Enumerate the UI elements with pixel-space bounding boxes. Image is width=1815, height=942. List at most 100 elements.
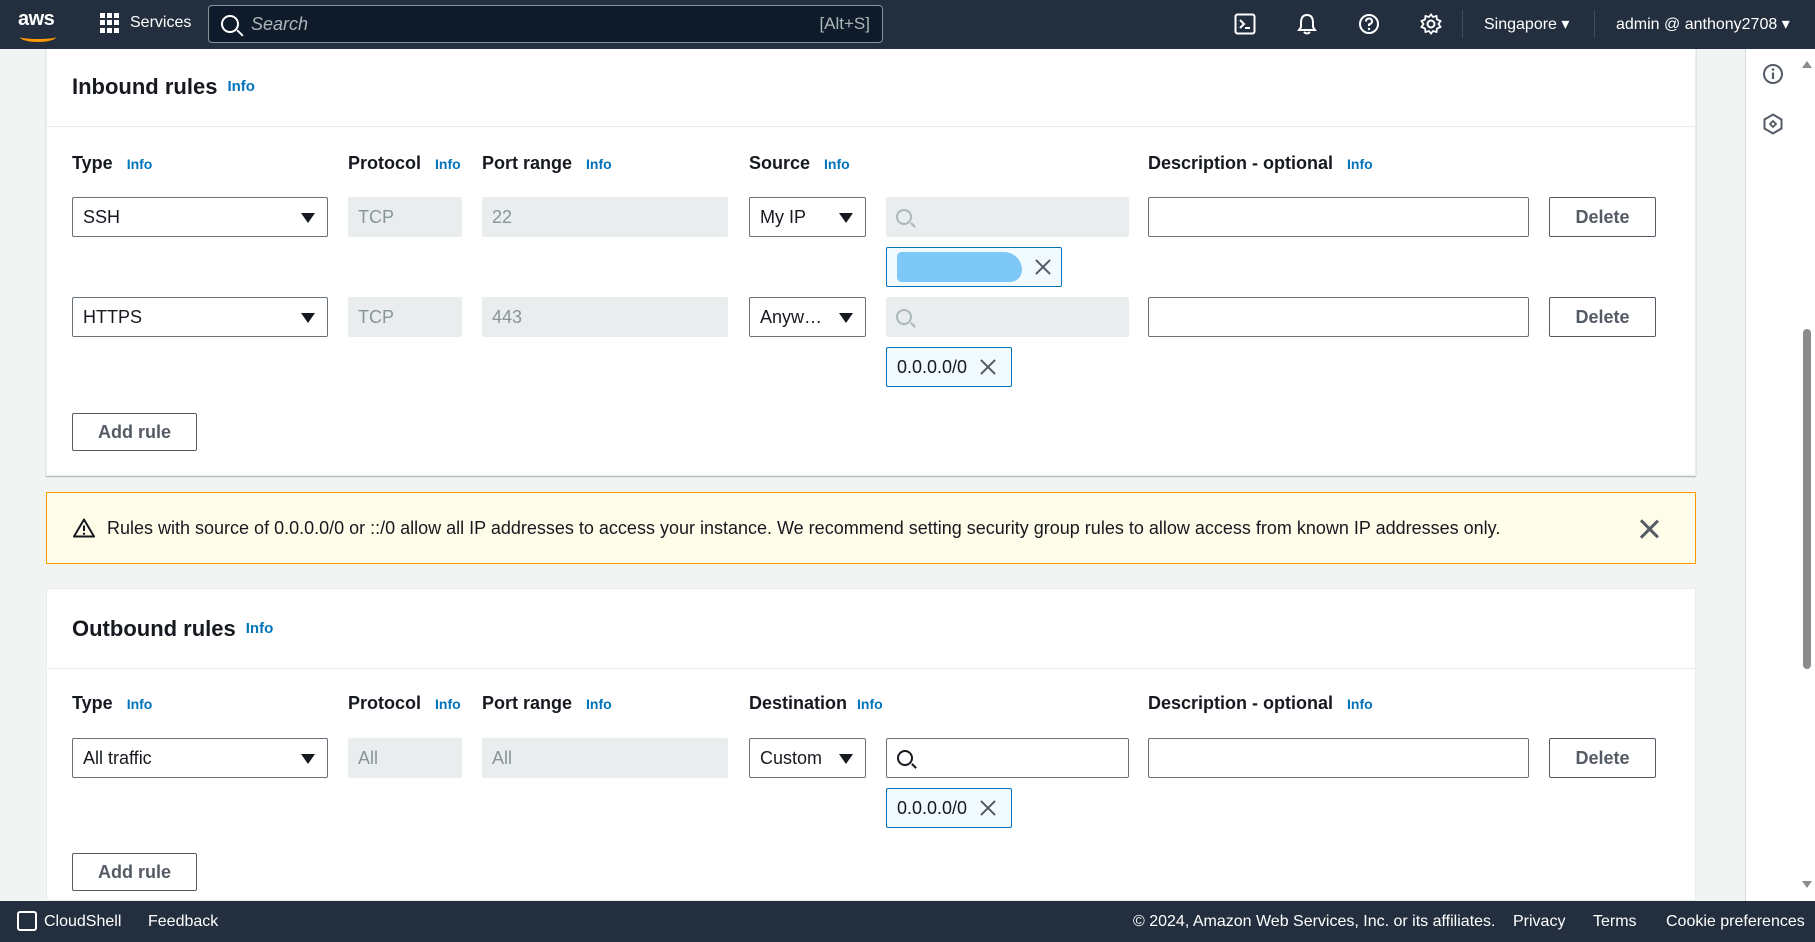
- services-label: Services: [130, 14, 192, 31]
- scroll-up-arrow-icon[interactable]: [1802, 61, 1812, 68]
- cloudshell-icon[interactable]: [1232, 11, 1258, 37]
- inbound-rule-2-cidr-search[interactable]: [886, 297, 1129, 337]
- remove-token-icon[interactable]: [979, 799, 997, 817]
- nav-divider: [1594, 10, 1595, 38]
- col-type-label: Type Info: [72, 153, 152, 174]
- inbound-add-rule-button[interactable]: Add rule: [72, 413, 197, 451]
- inbound-rules-info-link[interactable]: Info: [227, 78, 255, 95]
- col-protocol-label: Protocol Info: [348, 153, 461, 174]
- page-scrollbar[interactable]: [1799, 49, 1815, 901]
- footer-cloudshell-link[interactable]: CloudShell: [44, 913, 121, 931]
- inbound-rule-1-source-token: [886, 247, 1062, 287]
- inbound-rule-2-port-field: 443: [482, 297, 728, 337]
- protocol-info-link[interactable]: Info: [435, 156, 461, 172]
- search-icon: [897, 750, 913, 766]
- search-icon: [896, 309, 912, 325]
- protocol-info-link[interactable]: Info: [435, 696, 461, 712]
- right-side-rail: [1745, 49, 1799, 901]
- scroll-thumb[interactable]: [1803, 329, 1811, 669]
- description-info-link[interactable]: Info: [1347, 156, 1373, 172]
- info-panel-icon[interactable]: [1762, 63, 1784, 85]
- inbound-rule-2-type-value: HTTPS: [83, 306, 143, 327]
- port-range-info-link[interactable]: Info: [586, 696, 612, 712]
- outbound-rule-1-description-input[interactable]: [1148, 738, 1529, 778]
- outbound-rule-1-destination-value: Custom: [760, 747, 823, 768]
- col-type-label: Type Info: [72, 693, 152, 714]
- inbound-rule-1-type-select[interactable]: SSH: [72, 197, 328, 237]
- type-info-link[interactable]: Info: [127, 696, 153, 712]
- footer-privacy-link[interactable]: Privacy: [1513, 913, 1565, 931]
- col-type-text: Type: [72, 693, 113, 713]
- caret-down-icon: [839, 213, 853, 223]
- tutorials-icon[interactable]: [1762, 113, 1784, 135]
- caret-down-icon: [301, 213, 315, 223]
- caret-down-icon: [301, 313, 315, 323]
- search-icon: [221, 15, 239, 33]
- inbound-rule-2-type-select[interactable]: HTTPS: [72, 297, 328, 337]
- cloudshell-icon[interactable]: [17, 911, 37, 931]
- description-info-link[interactable]: Info: [1347, 696, 1373, 712]
- inbound-rule-2-source-select[interactable]: Anyw…: [749, 297, 866, 337]
- inbound-rule-2-token-value: 0.0.0.0/0: [897, 356, 968, 377]
- aws-logo[interactable]: aws: [18, 8, 60, 42]
- footer-cookie-preferences-link[interactable]: Cookie preferences: [1666, 913, 1805, 931]
- search-input[interactable]: [251, 13, 820, 35]
- help-icon[interactable]: [1356, 11, 1382, 37]
- alert-message: Rules with source of 0.0.0.0/0 or ::/0 a…: [107, 517, 1501, 538]
- outbound-rules-header: Outbound rules Info: [47, 589, 1695, 669]
- outbound-rule-1-delete-button[interactable]: Delete: [1549, 738, 1656, 778]
- inbound-rules-panel: Inbound rules Info Type Info Protocol In…: [46, 46, 1696, 476]
- global-search-bar[interactable]: [Alt+S]: [208, 5, 883, 43]
- inbound-rule-1-description-input[interactable]: [1148, 197, 1529, 237]
- bell-icon[interactable]: [1294, 11, 1320, 37]
- inbound-rule-1-cidr-search[interactable]: [886, 197, 1129, 237]
- outbound-rules-title: Outbound rules: [72, 615, 236, 641]
- inbound-rule-1-protocol-field: TCP: [348, 197, 462, 237]
- inbound-rule-1-type-value: SSH: [83, 206, 121, 227]
- outbound-rule-1-type-select[interactable]: All traffic: [72, 738, 328, 778]
- nav-divider: [1462, 10, 1463, 38]
- source-info-link[interactable]: Info: [824, 156, 850, 172]
- search-icon: [896, 209, 912, 225]
- footer-feedback-link[interactable]: Feedback: [148, 913, 218, 931]
- dismiss-alert-icon[interactable]: [1639, 519, 1659, 539]
- remove-token-icon[interactable]: [979, 358, 997, 376]
- col-protocol-label: Protocol Info: [348, 693, 461, 714]
- inbound-rule-2-description-input[interactable]: [1148, 297, 1529, 337]
- outbound-rule-1-protocol-field: All: [348, 738, 462, 778]
- port-range-info-link[interactable]: Info: [586, 156, 612, 172]
- col-port-range-label: Port range Info: [482, 693, 612, 714]
- region-selector[interactable]: Singapore ▾: [1484, 14, 1569, 34]
- col-port-range-text: Port range: [482, 693, 573, 713]
- outbound-rules-info-link[interactable]: Info: [246, 620, 274, 637]
- services-menu-button[interactable]: Services: [100, 13, 191, 33]
- inbound-rules-header: Inbound rules Info: [47, 47, 1695, 127]
- outbound-rules-panel: Outbound rules Info Type Info Protocol I…: [46, 588, 1696, 901]
- outbound-rule-1-type-value: All traffic: [83, 747, 152, 768]
- inbound-rule-1-delete-button[interactable]: Delete: [1549, 197, 1656, 237]
- scroll-down-arrow-icon[interactable]: [1802, 881, 1812, 888]
- inbound-rule-2-source-value: Anyw…: [760, 306, 823, 327]
- outbound-rule-1-destination-token: 0.0.0.0/0: [886, 788, 1012, 828]
- outbound-rule-1-cidr-search[interactable]: [886, 738, 1129, 778]
- inbound-rule-1-source-select[interactable]: My IP: [749, 197, 866, 237]
- destination-info-link[interactable]: Info: [857, 696, 883, 712]
- inbound-rule-2-source-token: 0.0.0.0/0: [886, 347, 1012, 387]
- inbound-rules-title: Inbound rules: [72, 73, 218, 99]
- col-description-label: Description - optional Info: [1148, 153, 1373, 174]
- outbound-rule-1-destination-select[interactable]: Custom: [749, 738, 866, 778]
- caret-down-icon: [301, 754, 315, 764]
- outbound-add-rule-button[interactable]: Add rule: [72, 853, 197, 891]
- gear-icon[interactable]: [1418, 11, 1444, 37]
- warning-icon: [73, 518, 95, 538]
- inbound-rule-2-delete-button[interactable]: Delete: [1549, 297, 1656, 337]
- caret-down-icon: [839, 313, 853, 323]
- col-port-range-label: Port range Info: [482, 153, 612, 174]
- account-menu[interactable]: admin @ anthony2708 ▾: [1616, 14, 1790, 34]
- outbound-rule-1-token-value: 0.0.0.0/0: [897, 797, 968, 818]
- type-info-link[interactable]: Info: [127, 156, 153, 172]
- open-access-warning-alert: Rules with source of 0.0.0.0/0 or ::/0 a…: [46, 492, 1696, 564]
- remove-token-icon[interactable]: [1034, 258, 1051, 276]
- top-navigation: aws Services [Alt+S] Singapore ▾ admin @…: [0, 0, 1815, 49]
- footer-terms-link[interactable]: Terms: [1593, 913, 1637, 931]
